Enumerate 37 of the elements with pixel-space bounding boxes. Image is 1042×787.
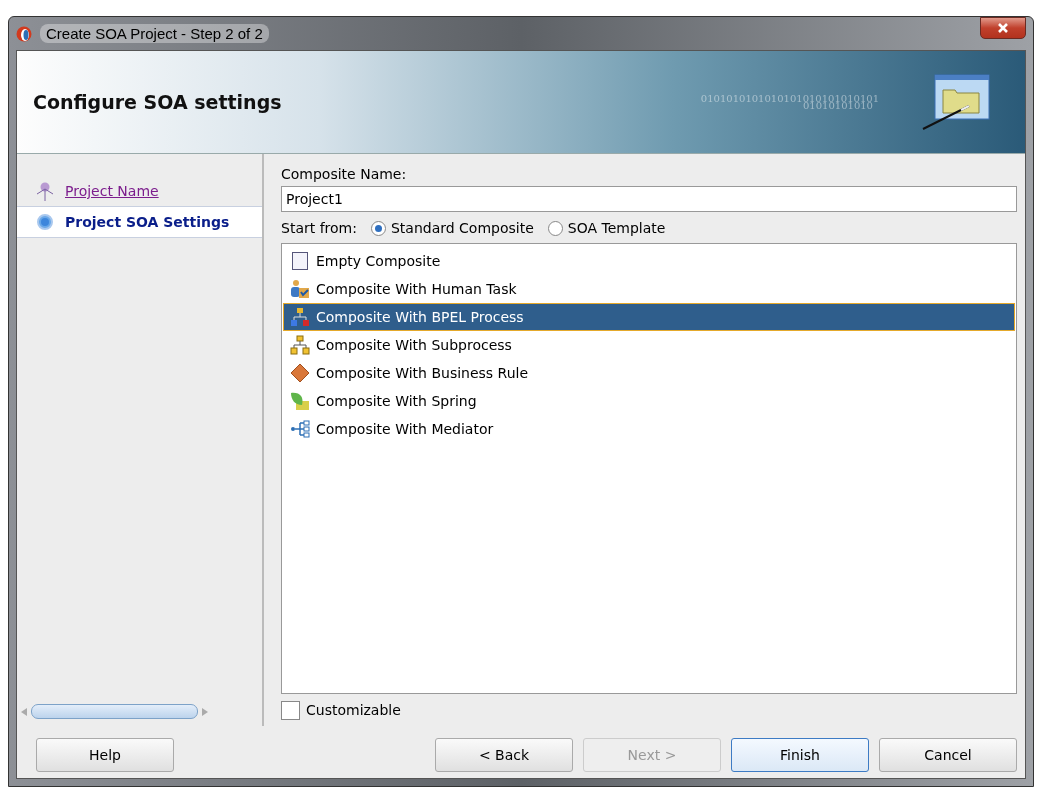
list-item[interactable]: Composite With Subprocess	[283, 331, 1015, 359]
leaf-icon	[290, 391, 310, 411]
field-label: Start from:	[281, 220, 357, 236]
dialog-button[interactable]: < Back	[435, 738, 573, 772]
field-label: Composite Name:	[281, 166, 408, 182]
completed-step-icon	[35, 181, 55, 201]
hierarchy-icon	[290, 335, 310, 355]
header-title: Configure SOA settings	[33, 91, 282, 113]
scroll-right-icon	[202, 707, 208, 716]
list-item[interactable]: Composite With Human Task	[283, 275, 1015, 303]
close-button[interactable]	[980, 17, 1026, 39]
dialog-button[interactable]: Help	[36, 738, 174, 772]
radio-label[interactable]: Standard Composite	[390, 220, 534, 236]
wizard-step[interactable]: Project SOA Settings	[17, 207, 262, 238]
person-clipboard-icon	[290, 279, 310, 299]
close-icon	[997, 22, 1009, 34]
composite-name-field[interactable]: Project1	[281, 186, 1017, 212]
list-item[interactable]: Empty Composite	[283, 247, 1015, 275]
radio-button[interactable]	[547, 220, 563, 236]
list-item[interactable]: Composite With Business Rule	[283, 359, 1015, 387]
list-item[interactable]: Composite With Mediator	[283, 415, 1015, 443]
blank-page-icon	[290, 251, 310, 271]
dialog-button[interactable]: Finish	[731, 738, 869, 772]
list-item[interactable]: Composite With BPEL Process	[283, 303, 1015, 331]
app-logo-icon	[16, 25, 32, 42]
checkbox[interactable]	[281, 700, 300, 720]
dialog-button[interactable]: Cancel	[879, 738, 1017, 772]
radio-label[interactable]: SOA Template	[567, 220, 666, 236]
diamond-icon	[290, 363, 310, 383]
list-item[interactable]: Composite With Spring	[283, 387, 1015, 415]
checkbox-label[interactable]: Customizable	[306, 702, 401, 718]
window-title: Create SOA Project - Step 2 of 2	[40, 24, 269, 43]
radio-button[interactable]	[370, 220, 386, 236]
hierarchy-icon	[290, 307, 310, 327]
network-icon	[290, 419, 310, 439]
scroll-left-icon	[21, 707, 27, 716]
current-step-icon	[35, 212, 55, 232]
